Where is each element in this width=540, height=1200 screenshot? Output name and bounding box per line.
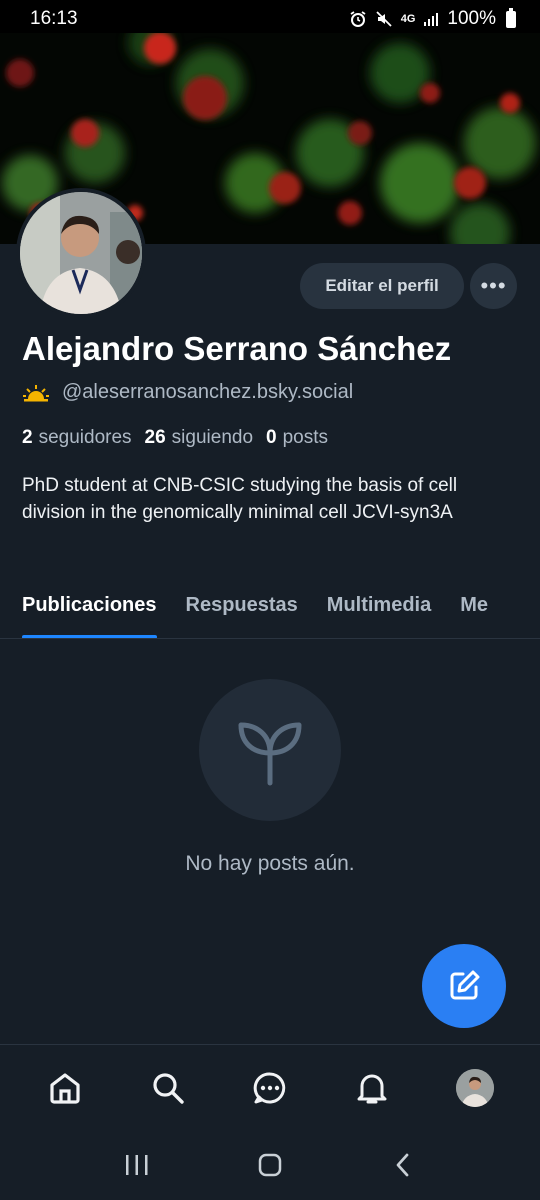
- display-name: Alejandro Serrano Sánchez: [22, 330, 452, 367]
- profile-avatar-small: [455, 1068, 494, 1107]
- system-navigation-bar: [0, 1130, 540, 1200]
- empty-state-message: No hay posts aún.: [185, 852, 355, 875]
- profile-tabs: Publicaciones Respuestas Multimedia Me: [0, 584, 540, 639]
- chat-icon: [253, 1071, 286, 1103]
- avatar-small-photo: [455, 1068, 494, 1107]
- home-circle-icon: [258, 1153, 282, 1177]
- edit-profile-button[interactable]: Editar el perfil: [300, 263, 464, 309]
- home-icon: [50, 1072, 80, 1104]
- profile-screen: 16:13 4G 100% Editar el perfil ••• Aleja…: [0, 0, 540, 1200]
- nav-profile[interactable]: [443, 1056, 507, 1120]
- handle-row: @aleserranosanchez.bsky.social: [22, 381, 353, 404]
- empty-state-circle: [199, 679, 341, 821]
- status-time: 16:13: [30, 8, 78, 29]
- tab-respuestas[interactable]: Respuestas: [186, 584, 298, 638]
- recents-icon: [125, 1155, 148, 1175]
- followers-stat[interactable]: 2 seguidores: [22, 427, 132, 449]
- back-chevron-icon: [396, 1153, 409, 1177]
- tab-me[interactable]: Me: [460, 584, 488, 638]
- search-icon: [152, 1072, 184, 1104]
- profile-bio: PhD student at CNB-CSIC studying the bas…: [22, 475, 458, 523]
- posts-stat: 0 posts: [266, 427, 329, 448]
- signal-icon: [424, 13, 439, 26]
- sprout-icon: [238, 722, 302, 786]
- back-button[interactable]: [373, 1140, 433, 1190]
- following-stat[interactable]: 26 siguiendo: [145, 427, 253, 449]
- profile-stats: 2 seguidores 26 siguiendo 0 posts: [22, 427, 328, 449]
- battery-level: 100%: [447, 8, 496, 29]
- alarm-icon: [350, 11, 366, 27]
- avatar-photo: [20, 192, 142, 314]
- mute-icon: [376, 11, 392, 27]
- profile-avatar[interactable]: [16, 188, 146, 318]
- bottom-navigation: [0, 1044, 540, 1130]
- nav-chat[interactable]: [238, 1056, 302, 1120]
- handle[interactable]: @aleserranosanchez.bsky.social: [62, 381, 353, 404]
- compose-icon: [450, 970, 480, 1000]
- nav-notifications[interactable]: [340, 1056, 404, 1120]
- sunrise-icon: [23, 384, 49, 401]
- nav-home[interactable]: [33, 1056, 97, 1120]
- bell-icon: [357, 1074, 387, 1103]
- home-button[interactable]: [240, 1140, 300, 1190]
- battery-icon: [506, 7, 516, 28]
- tab-publicaciones[interactable]: Publicaciones: [22, 584, 157, 638]
- tab-multimedia[interactable]: Multimedia: [327, 584, 431, 638]
- compose-post-button[interactable]: [422, 944, 506, 1028]
- more-options-button[interactable]: •••: [470, 263, 517, 309]
- nav-search[interactable]: [136, 1056, 200, 1120]
- network-4g-icon: 4G: [400, 12, 416, 25]
- status-icons: 4G 100%: [349, 7, 516, 30]
- recents-button[interactable]: [107, 1140, 167, 1190]
